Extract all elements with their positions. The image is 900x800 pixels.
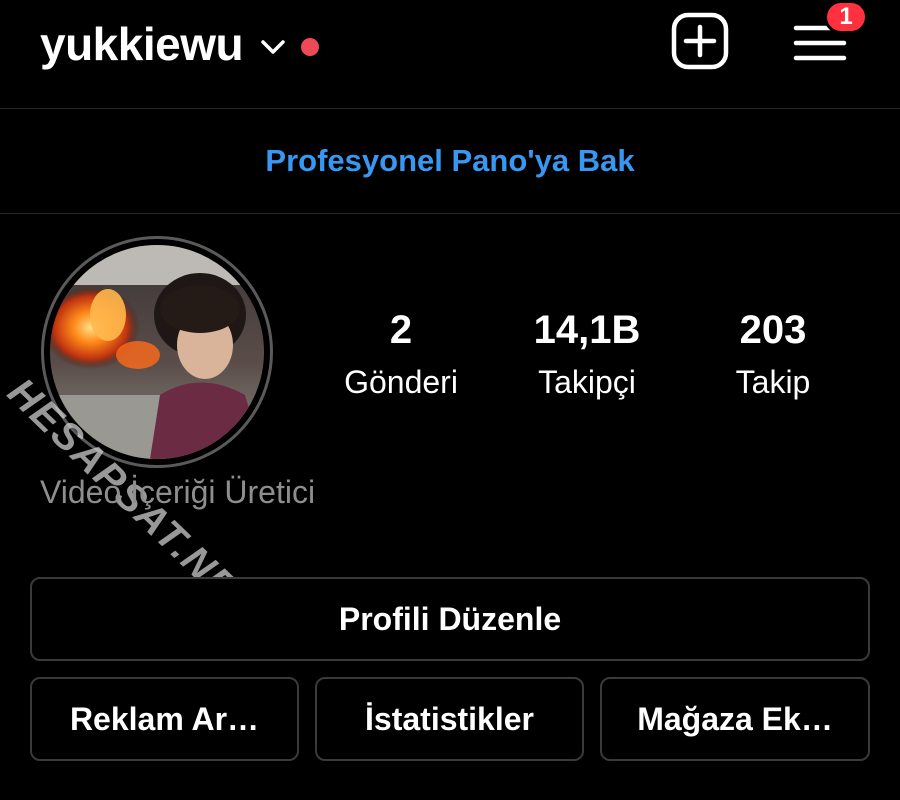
followers-label: Takipçi — [538, 364, 636, 400]
menu-badge: 1 — [824, 0, 868, 34]
followers-stat[interactable]: 14,1B Takipçi — [487, 306, 687, 404]
profile-category: Video İçeriği Üretici — [40, 474, 316, 510]
chevron-down-icon[interactable] — [259, 37, 287, 57]
edit-profile-button[interactable]: Profili Düzenle — [30, 577, 870, 661]
notification-dot — [301, 38, 320, 56]
insights-button[interactable]: İstatistikler — [315, 677, 584, 761]
following-label: Takip — [735, 364, 811, 400]
plus-square-icon[interactable] — [671, 12, 729, 70]
profile-header: yukkiewu 1 — [0, 0, 900, 109]
followers-count: 14,1B — [533, 308, 641, 352]
professional-dashboard-bar[interactable]: Profesyonel Pano'ya Bak — [0, 109, 900, 214]
professional-dashboard-link[interactable]: Profesyonel Pano'ya Bak — [265, 143, 634, 179]
posts-count: 2 — [389, 308, 413, 352]
add-shop-button[interactable]: Mağaza Ek… — [600, 677, 870, 761]
ad-tools-button[interactable]: Reklam Ar… — [30, 677, 299, 761]
account-switcher[interactable]: yukkiewu — [40, 14, 320, 74]
posts-stat[interactable]: 2 Gönderi — [301, 306, 501, 404]
username[interactable]: yukkiewu — [40, 17, 244, 71]
following-stat[interactable]: 203 Takip — [673, 306, 873, 404]
posts-label: Gönderi — [344, 364, 458, 400]
following-count: 203 — [739, 308, 807, 352]
